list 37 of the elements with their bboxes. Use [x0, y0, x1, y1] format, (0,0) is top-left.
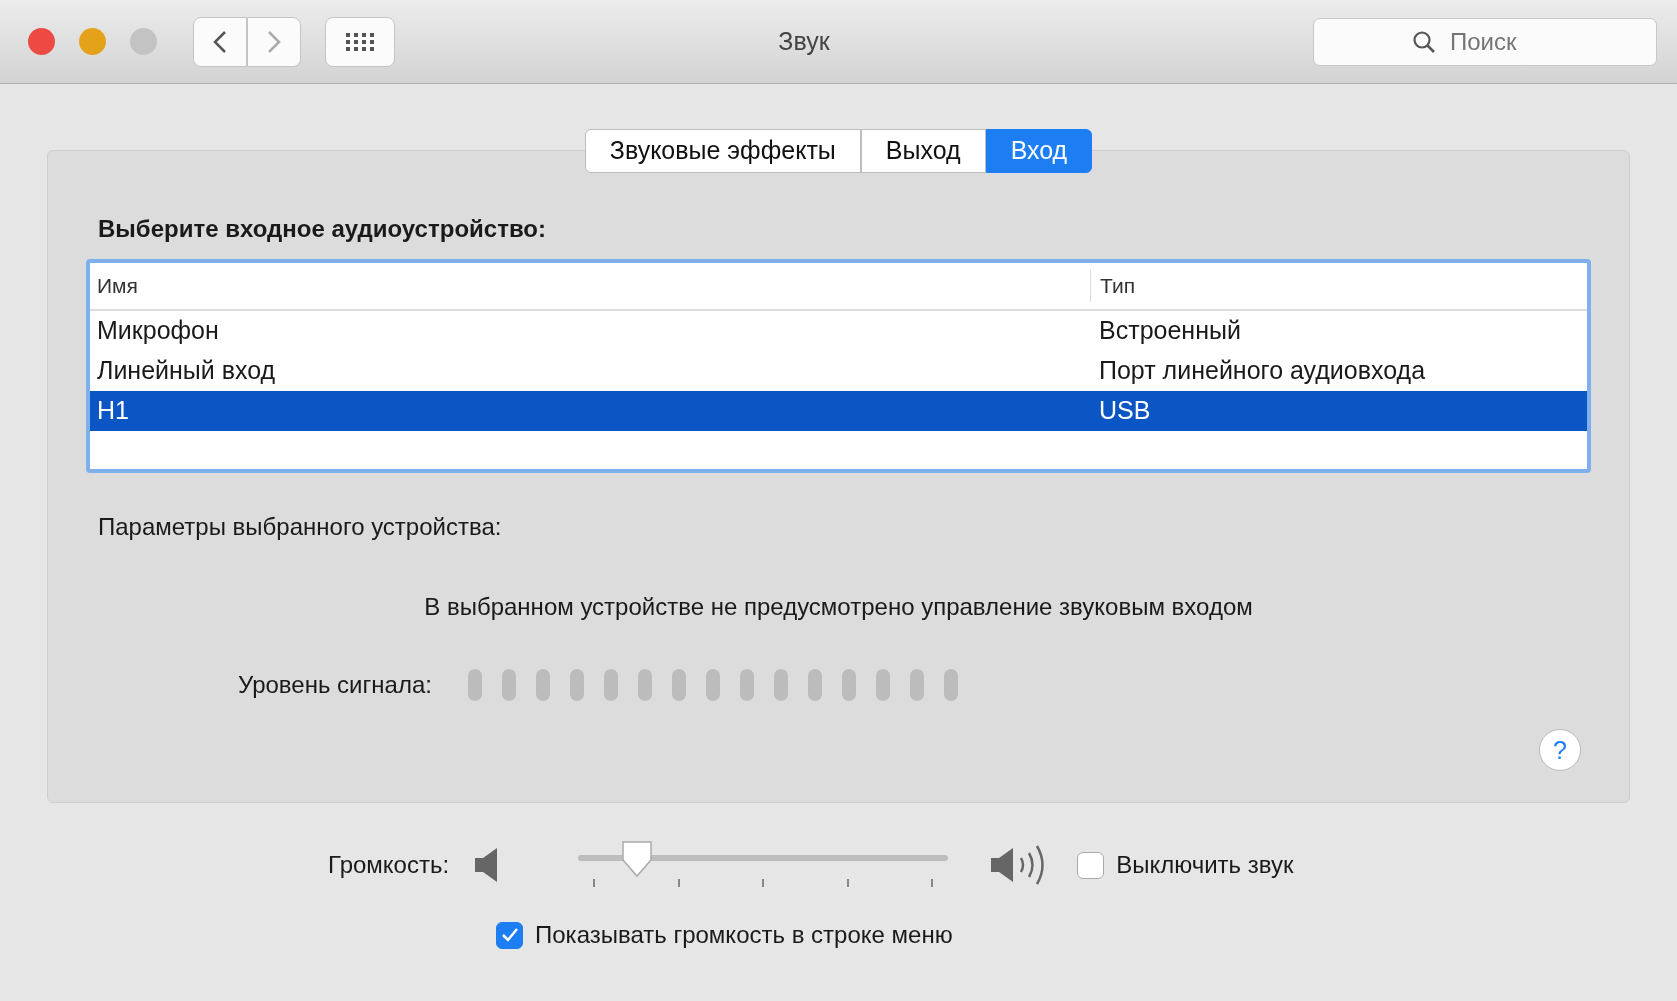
chevron-left-icon — [213, 29, 227, 54]
mute-checkbox[interactable] — [1077, 851, 1105, 879]
table-row[interactable]: Линейный вход Порт линейного аудиовхода — [90, 351, 1587, 391]
table-cell: H1 — [97, 396, 129, 425]
grid-icon — [345, 31, 375, 52]
tab[interactable]: Звуковые эффекты — [584, 129, 861, 173]
table-cell: Порт линейного аудиовхода — [1099, 356, 1426, 385]
tab[interactable]: Вход — [985, 129, 1093, 173]
table-row[interactable]: Микрофон Встроенный — [90, 311, 1587, 351]
close-button[interactable] — [28, 28, 55, 55]
section-heading: Выберите входное аудиоустройство: — [98, 214, 547, 244]
back-button[interactable] — [193, 16, 247, 67]
window-title: Звук — [778, 26, 830, 55]
help-button[interactable]: ? — [1539, 729, 1581, 771]
signal-label: Уровень сигнала: — [238, 670, 432, 700]
show-all-button[interactable] — [325, 16, 395, 67]
section-heading: Параметры выбранного устройства: — [98, 512, 503, 542]
table-row[interactable]: H1 USB — [90, 391, 1587, 431]
volume-label: Громкость: — [328, 850, 450, 880]
tab[interactable]: Выход — [860, 129, 986, 173]
search-input[interactable]: Поиск — [1448, 22, 1558, 61]
menu-volume-checkbox[interactable] — [496, 921, 523, 949]
table-cell: Микрофон — [97, 316, 219, 345]
search-icon — [1412, 29, 1436, 54]
zoom-button[interactable] — [130, 28, 157, 55]
chevron-right-icon — [267, 29, 281, 54]
minimize-button[interactable] — [79, 28, 106, 55]
table-cell: Встроенный — [1099, 316, 1241, 345]
table-cell: Линейный вход — [97, 356, 276, 385]
notice-text: В выбранном устройстве не предусмотрено управление звуковым входом — [424, 593, 1253, 620]
checkmark-icon — [500, 927, 519, 943]
checkbox-label: Выключить звук — [1116, 850, 1294, 880]
search-field[interactable]: Поиск — [1313, 17, 1657, 66]
column-header[interactable]: Имя — [90, 270, 1090, 302]
table-cell: USB — [1099, 396, 1151, 425]
column-header[interactable]: Тип — [1090, 270, 1587, 302]
checkbox-label: Показывать громкость в строке меню — [535, 920, 953, 950]
